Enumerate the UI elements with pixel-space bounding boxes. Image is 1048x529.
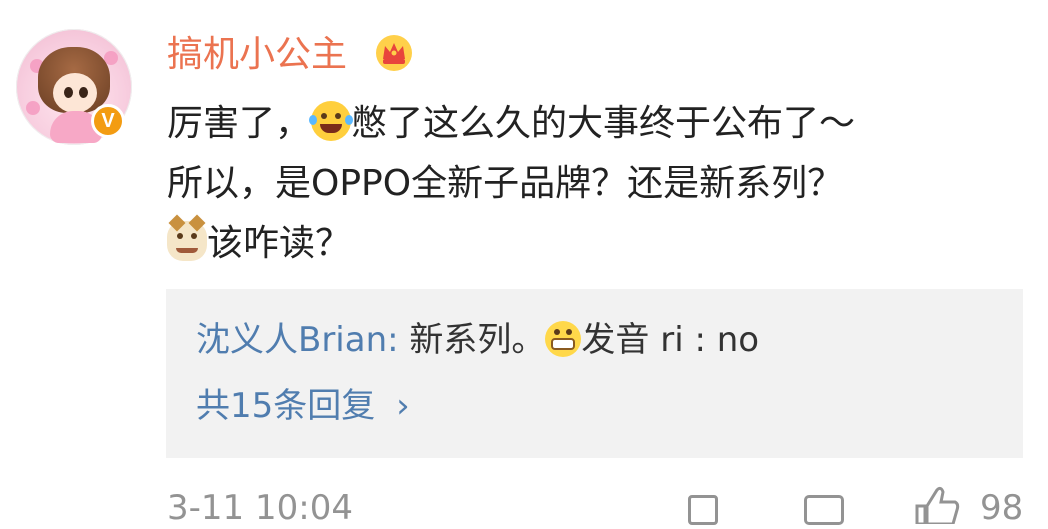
avatar-eye	[64, 87, 73, 98]
comment-text-segment: 厉害了，	[167, 103, 312, 144]
comment-username[interactable]: 搞机小公主	[167, 31, 347, 79]
avatar-eye	[79, 87, 88, 98]
reply-line: 沈义人Brian: 新系列。 发音 ri : no	[196, 317, 759, 363]
cat-emoji-icon	[167, 214, 207, 261]
comment-text-segment: 该咋读？	[207, 223, 352, 264]
comment-icon[interactable]	[804, 489, 846, 529]
comment-text-segment: 所以，是OPPO全新子品牌？还是新系列？	[167, 163, 844, 204]
reply-preview-box[interactable]: 沈义人Brian: 新系列。 发音 ri : no 共15条回复 ›	[166, 289, 1023, 458]
avatar-face	[53, 73, 97, 113]
comment-text: 厉害了， 憋了这么久的大事终于公布了～ 所以，是OPPO全新子品牌？还是新系列？ …	[167, 94, 1027, 274]
like-count: 98	[980, 488, 1024, 528]
reply-separator: :	[387, 320, 399, 360]
reply-text: 新系列。	[398, 320, 546, 360]
reply-count-label: 共15条回复	[196, 386, 376, 426]
avatar-flower-decoration	[26, 101, 40, 115]
verified-badge-icon: V	[91, 104, 125, 138]
crown-icon	[376, 35, 412, 71]
reply-username[interactable]: 沈义人Brian	[196, 320, 387, 360]
like-icon[interactable]	[913, 484, 961, 524]
laughing-tears-emoji-icon	[309, 101, 354, 141]
share-icon[interactable]	[688, 489, 732, 529]
view-replies-link[interactable]: 共15条回复 ›	[196, 383, 410, 429]
grin-emoji-icon	[545, 321, 582, 357]
comment-timestamp: 3-11 10:04	[167, 488, 353, 528]
reply-text: 发音 ri : no	[581, 320, 760, 360]
chevron-right-icon: ›	[396, 386, 410, 426]
comment-text-segment: 憋了这么久的大事终于公布了～	[351, 103, 856, 144]
